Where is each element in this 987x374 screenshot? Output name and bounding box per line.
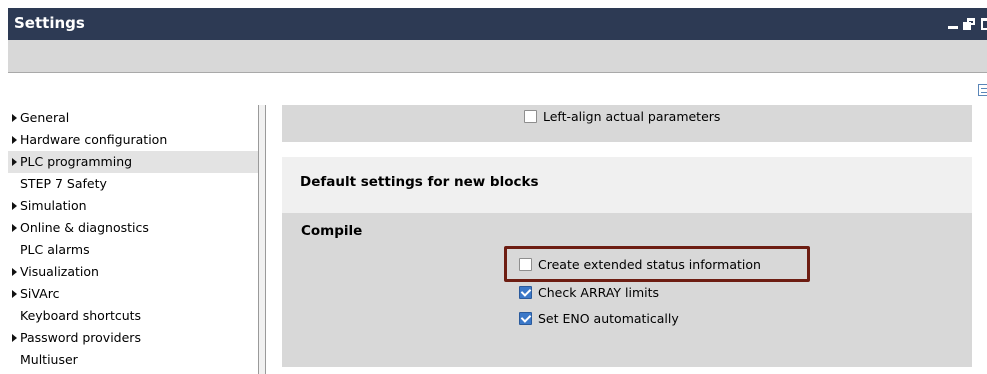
nav-item-label: PLC programming <box>20 154 133 169</box>
settings-content: Left-align actual parameters Default set… <box>272 105 987 374</box>
expand-arrow-icon[interactable] <box>12 334 17 342</box>
expand-arrow-icon[interactable] <box>12 136 17 144</box>
nav-item-label: STEP 7 Safety <box>20 176 107 191</box>
settings-navigation-tree: General Hardware configuration PLC progr… <box>8 105 258 374</box>
nav-item-label: Online & diagnostics <box>20 220 149 235</box>
compile-panel: Compile Create extended status informati… <box>282 213 972 367</box>
nav-item-keyboard-shortcuts[interactable]: Keyboard shortcuts <box>8 305 258 327</box>
nav-item-password-providers[interactable]: Password providers <box>8 327 258 349</box>
nav-item-visualization[interactable]: Visualization <box>8 261 258 283</box>
compile-title: Compile <box>301 223 363 239</box>
maximize-icon[interactable] <box>981 18 987 30</box>
expand-arrow-icon[interactable] <box>12 158 17 166</box>
option-label: Set ENO automatically <box>538 311 679 326</box>
nav-item-hardware-configuration[interactable]: Hardware configuration <box>8 129 258 151</box>
section-title: Default settings for new blocks <box>300 174 539 190</box>
option-label: Left-align actual parameters <box>543 109 721 124</box>
nav-item-multiuser[interactable]: Multiuser <box>8 349 258 371</box>
nav-item-label: Simulation <box>20 198 87 213</box>
nav-item-simulation[interactable]: Simulation <box>8 195 258 217</box>
left-align-actual-parameters-checkbox[interactable] <box>524 110 537 123</box>
nav-item-label: Multiuser <box>20 352 78 367</box>
check-array-limits-checkbox[interactable] <box>519 286 532 299</box>
toolbar-strip <box>8 40 987 73</box>
nav-item-sivarc[interactable]: SiVArc <box>8 283 258 305</box>
option-label: Check ARRAY limits <box>538 285 660 300</box>
expand-arrow-icon[interactable] <box>12 268 17 276</box>
nav-item-label: Hardware configuration <box>20 132 168 147</box>
option-label: Create extended status information <box>538 257 761 272</box>
nav-scrollbar[interactable] <box>258 105 266 374</box>
restore-icon[interactable] <box>963 18 975 30</box>
panel-layout-icon[interactable] <box>978 84 987 96</box>
secondary-bar <box>8 73 987 105</box>
editor-options-panel: Left-align actual parameters <box>282 105 972 142</box>
expand-arrow-icon[interactable] <box>12 224 17 232</box>
minimize-icon[interactable] <box>947 18 959 30</box>
set-eno-automatically-checkbox[interactable] <box>519 312 532 325</box>
nav-item-label: SiVArc <box>20 286 60 301</box>
nav-item-label: Password providers <box>20 330 141 345</box>
nav-item-label: General <box>20 110 70 125</box>
window-title: Settings <box>14 14 85 32</box>
nav-item-plc-programming[interactable]: PLC programming <box>8 151 258 173</box>
nav-item-online-diagnostics[interactable]: Online & diagnostics <box>8 217 258 239</box>
nav-item-general[interactable]: General <box>8 107 258 129</box>
nav-item-label: Keyboard shortcuts <box>20 308 142 323</box>
title-bar: Settings <box>8 8 987 40</box>
nav-item-step7-safety[interactable]: STEP 7 Safety <box>8 173 258 195</box>
nav-item-label: Visualization <box>20 264 99 279</box>
expand-arrow-icon[interactable] <box>12 202 17 210</box>
expand-arrow-icon[interactable] <box>12 290 17 298</box>
expand-arrow-icon[interactable] <box>12 114 17 122</box>
nav-item-plc-alarms[interactable]: PLC alarms <box>8 239 258 261</box>
nav-item-label: PLC alarms <box>20 242 90 257</box>
create-extended-status-information-checkbox[interactable] <box>519 258 532 271</box>
